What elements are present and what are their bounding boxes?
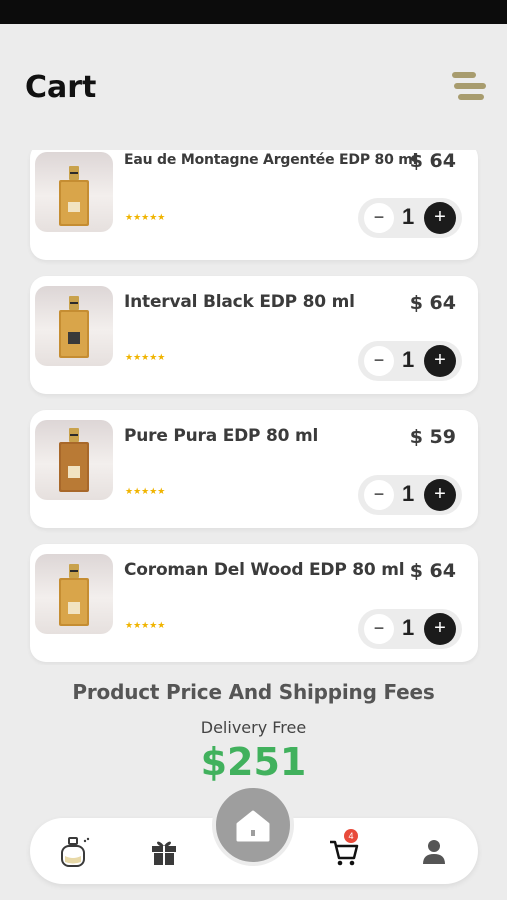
- increase-button[interactable]: +: [424, 613, 456, 645]
- increase-button[interactable]: +: [424, 202, 456, 234]
- rating-stars: ★★★★★: [125, 212, 166, 222]
- quantity-stepper: − 1 +: [358, 341, 462, 381]
- product-price: $ 64: [409, 150, 456, 172]
- quantity-value: 1: [402, 347, 415, 372]
- perfume-bottle-image: [35, 286, 113, 366]
- product-name: Coroman Del Wood EDP 80 ml: [124, 560, 405, 580]
- product-price: $ 59: [409, 426, 456, 448]
- summary-title: Product Price And Shipping Fees: [72, 680, 435, 704]
- status-bar: [0, 0, 507, 24]
- menu-icon[interactable]: [448, 70, 488, 106]
- increase-button[interactable]: +: [424, 345, 456, 377]
- cart-item: Pure Pura EDP 80 ml $ 59 ★★★★★ − 1 +: [30, 410, 478, 528]
- cart-badge: 4: [344, 829, 358, 843]
- perfume-icon[interactable]: [56, 834, 92, 870]
- product-name: Interval Black EDP 80 ml: [124, 292, 355, 312]
- decrease-button[interactable]: −: [364, 480, 394, 510]
- home-button[interactable]: [212, 784, 294, 866]
- decrease-button[interactable]: −: [364, 203, 394, 233]
- delivery-label: Delivery Free: [200, 718, 307, 737]
- home-icon: [236, 810, 270, 842]
- product-price: $ 64: [409, 292, 456, 314]
- rating-stars: ★★★★★: [125, 486, 166, 496]
- quantity-value: 1: [402, 481, 415, 506]
- quantity-value: 1: [402, 204, 415, 229]
- rating-stars: ★★★★★: [125, 352, 166, 362]
- perfume-bottle-image: [35, 152, 113, 232]
- quantity-stepper: − 1 +: [358, 198, 462, 238]
- product-price: $ 64: [409, 560, 456, 582]
- decrease-button[interactable]: −: [364, 346, 394, 376]
- cart-item: Coroman Del Wood EDP 80 ml $ 64 ★★★★★ − …: [30, 544, 478, 662]
- product-name: Pure Pura EDP 80 ml: [124, 426, 319, 446]
- cart-list[interactable]: Eau de Montagne Argentée EDP 80 ml $ 64 …: [0, 150, 507, 665]
- total-price: $251: [200, 740, 307, 784]
- quantity-value: 1: [402, 615, 415, 640]
- decrease-button[interactable]: −: [364, 614, 394, 644]
- rating-stars: ★★★★★: [125, 620, 166, 630]
- perfume-bottle-image: [35, 420, 113, 500]
- quantity-stepper: − 1 +: [358, 475, 462, 515]
- perfume-bottle-image: [35, 554, 113, 634]
- increase-button[interactable]: +: [424, 479, 456, 511]
- quantity-stepper: − 1 +: [358, 609, 462, 649]
- product-name: Eau de Montagne Argentée EDP 80 ml: [124, 152, 418, 168]
- page-title: Cart: [25, 70, 97, 105]
- cart-item: Interval Black EDP 80 ml $ 64 ★★★★★ − 1 …: [30, 276, 478, 394]
- cart-item: Eau de Montagne Argentée EDP 80 ml $ 64 …: [30, 150, 478, 260]
- user-icon[interactable]: [416, 834, 452, 870]
- gift-icon[interactable]: [146, 834, 182, 870]
